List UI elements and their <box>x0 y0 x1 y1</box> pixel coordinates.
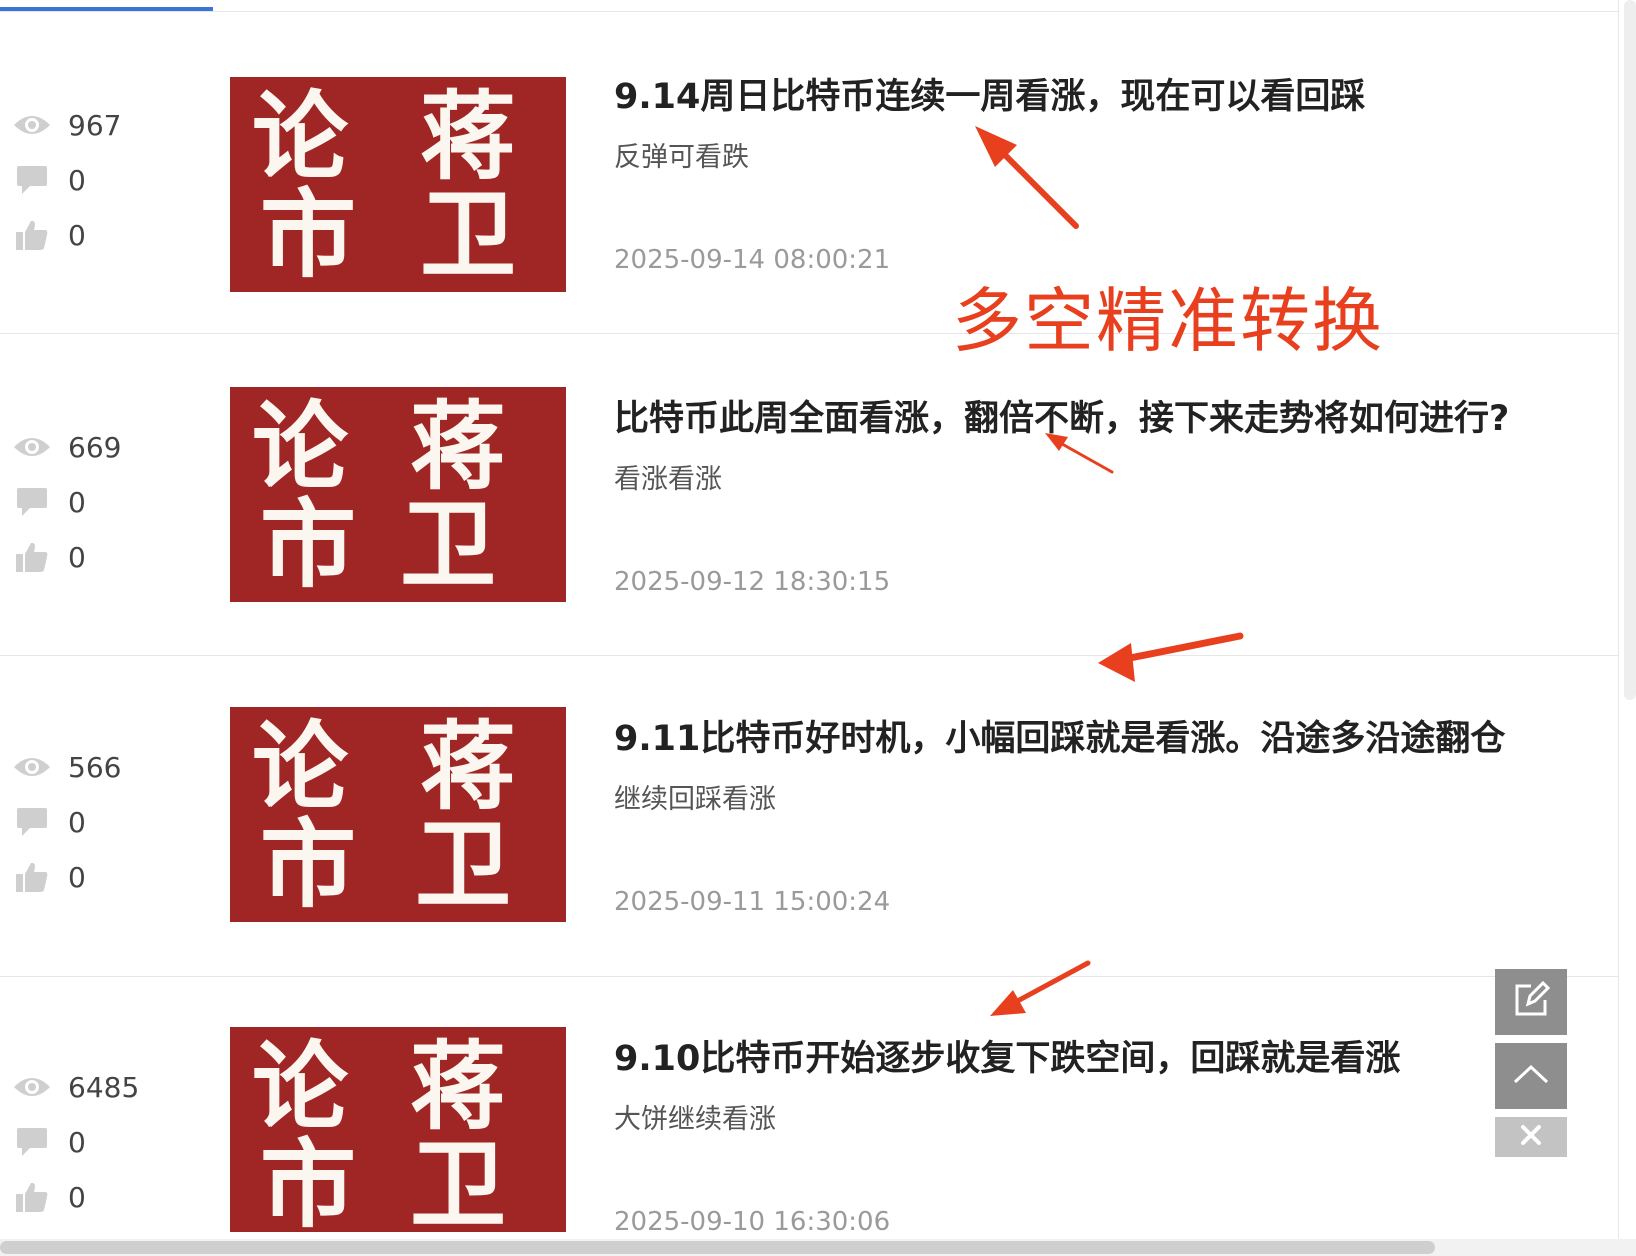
comments-stat[interactable]: 0 <box>12 482 86 522</box>
thumbnail-char: 蒋 <box>410 390 506 503</box>
views-stat: 967 <box>12 105 121 145</box>
views-count: 566 <box>68 750 122 784</box>
eye-icon <box>12 1070 52 1104</box>
article-title[interactable]: 9.10比特币开始逐步收复下跌空间，回踩就是看涨 <box>614 1030 1400 1081</box>
comments-count: 0 <box>68 1125 86 1159</box>
views-stat: 566 <box>12 747 121 787</box>
thumbs-up-icon <box>12 1180 52 1214</box>
article-summary: 反弹可看跌 <box>614 142 749 173</box>
thumbnail-char: 论 <box>252 80 348 193</box>
thumbnail-char: 蒋 <box>420 710 516 823</box>
article-thumbnail[interactable]: 论 蒋 市 卫 <box>230 387 566 602</box>
comments-count: 0 <box>68 163 86 197</box>
close-button[interactable] <box>1495 1117 1567 1157</box>
views-stat: 669 <box>12 427 121 467</box>
likes-stat[interactable]: 0 <box>12 1177 86 1217</box>
comment-icon <box>12 163 52 197</box>
article-title[interactable]: 9.14周日比特币连续一周看涨，现在可以看回踩 <box>614 68 1365 119</box>
views-stat: 6485 <box>12 1067 139 1107</box>
thumbnail-char: 论 <box>252 710 348 823</box>
comments-count: 0 <box>68 485 86 519</box>
comments-stat[interactable]: 0 <box>12 802 86 842</box>
comments-count: 0 <box>68 805 86 839</box>
article-thumbnail[interactable]: 论 蒋 市 卫 <box>230 1027 566 1232</box>
thumbnail-char: 论 <box>252 1030 348 1143</box>
article-item[interactable]: 6485 0 0 论 蒋 市 卫 9.10比特币开始逐步收复下跌空间，回踩就是看… <box>0 975 1618 1245</box>
article-thumbnail[interactable]: 论 蒋 市 卫 <box>230 77 566 292</box>
article-summary: 大饼继续看涨 <box>614 1104 776 1135</box>
back-to-top-button[interactable] <box>1495 1043 1567 1109</box>
comment-icon <box>12 805 52 839</box>
thumbnail-char: 市 <box>260 178 356 291</box>
likes-count: 0 <box>68 1180 86 1214</box>
comment-icon <box>12 1125 52 1159</box>
likes-stat[interactable]: 0 <box>12 857 86 897</box>
thumbnail-char: 论 <box>252 390 348 503</box>
thumbnail-char: 卫 <box>410 1128 506 1233</box>
thumbnail-char: 蒋 <box>420 80 516 193</box>
close-icon <box>1520 1124 1542 1150</box>
article-date: 2025-09-12 18:30:15 <box>614 567 891 597</box>
views-count: 6485 <box>68 1070 140 1104</box>
thumbnail-char: 市 <box>260 1128 356 1233</box>
likes-stat[interactable]: 0 <box>12 215 86 255</box>
thumbs-up-icon <box>12 218 52 252</box>
article-date: 2025-09-14 08:00:21 <box>614 245 891 275</box>
thumbnail-char: 市 <box>260 808 356 921</box>
list-right-border <box>1618 0 1619 1256</box>
edit-button[interactable] <box>1495 969 1567 1035</box>
likes-count: 0 <box>68 860 86 894</box>
horizontal-scrollbar[interactable] <box>0 1241 1435 1254</box>
thumbs-up-icon <box>12 540 52 574</box>
edit-icon <box>1511 980 1551 1024</box>
article-date: 2025-09-11 15:00:24 <box>614 887 891 917</box>
likes-stat[interactable]: 0 <box>12 537 86 577</box>
article-summary: 继续回踩看涨 <box>614 784 776 815</box>
comments-stat[interactable]: 0 <box>12 1122 86 1162</box>
likes-count: 0 <box>68 218 86 252</box>
comment-icon <box>12 485 52 519</box>
article-item[interactable]: 669 0 0 论 蒋 市 卫 比特币此周全面看涨，翻倍不断，接下来走势将如何进… <box>0 334 1618 656</box>
thumbnail-char: 卫 <box>400 488 496 601</box>
article-date: 2025-09-10 16:30:06 <box>614 1207 891 1237</box>
comments-stat[interactable]: 0 <box>12 160 86 200</box>
chevron-up-icon <box>1511 1062 1551 1090</box>
article-item[interactable]: 566 0 0 论 蒋 市 卫 9.11比特币好时机，小幅回踩就是看涨。沿途多沿… <box>0 655 1618 977</box>
likes-count: 0 <box>68 540 86 574</box>
eye-icon <box>12 750 52 784</box>
vertical-scrollbar[interactable] <box>1624 0 1636 700</box>
thumbnail-char: 卫 <box>420 178 516 291</box>
thumbnail-char: 市 <box>260 488 356 601</box>
eye-icon <box>12 430 52 464</box>
article-title[interactable]: 比特币此周全面看涨，翻倍不断，接下来走势将如何进行? <box>614 390 1509 441</box>
views-count: 967 <box>68 108 122 142</box>
eye-icon <box>12 108 52 142</box>
thumbnail-char: 蒋 <box>410 1030 506 1143</box>
views-count: 669 <box>68 430 122 464</box>
thumbnail-char: 卫 <box>415 808 511 921</box>
annotation-text: 多空精准转换 <box>952 280 1384 362</box>
thumbs-up-icon <box>12 860 52 894</box>
article-thumbnail[interactable]: 论 蒋 市 卫 <box>230 707 566 922</box>
article-summary: 看涨看涨 <box>614 464 722 495</box>
article-title[interactable]: 9.11比特币好时机，小幅回踩就是看涨。沿途多沿途翻仓 <box>614 710 1505 761</box>
